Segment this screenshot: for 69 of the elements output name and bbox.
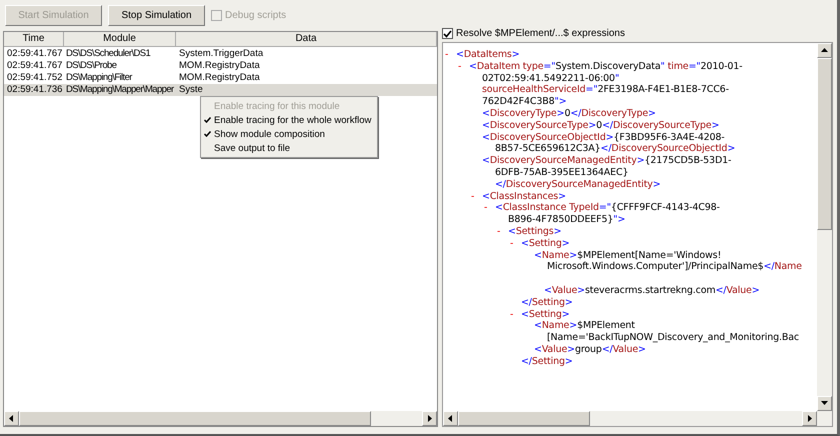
checkmark-icon	[204, 117, 211, 123]
xml-line: 762D42F4C3B8">	[482, 96, 567, 108]
simulation-button[interactable]: Stop Simulation	[108, 4, 205, 26]
column-header[interactable]: Time	[4, 32, 64, 46]
xml-line: <DiscoverySourceManagedEntity>{2175CD5B-53D1-	[482, 155, 732, 167]
collapse-toggle[interactable]: -	[458, 60, 469, 73]
scroll-up-icon[interactable]	[817, 43, 832, 58]
xml-line: <ClassInstance TypeId="{CFFF9FCF-4143-4C98-	[495, 202, 720, 214]
column-header[interactable]: Module	[64, 32, 176, 46]
xml-line: <ClassInstances>	[482, 190, 566, 202]
table-cell-text: 02:59:41.736	[6, 84, 64, 96]
xml-line: <Setting>	[521, 308, 570, 320]
xml-line: <DataItem type="System.DiscoveryData" time="2010-01-	[469, 60, 742, 73]
collapse-toggle[interactable]: -	[510, 238, 521, 250]
collapse-toggle[interactable]: -	[510, 308, 521, 320]
xml-line: <DiscoverySourceType>0</DiscoverySourceType>	[482, 120, 720, 132]
table-cell-text: Syste	[178, 84, 204, 96]
table-cell-text: DS\DS\Probe	[65, 60, 118, 72]
table-row[interactable]: 02:59:41.736 DS\Mapping\Mapper\Mapper Syste	[4, 84, 437, 96]
checkmark-icon	[204, 131, 211, 137]
xml-line: <DiscoverySourceObjectId>{F3BD95F6-3A4E-4208-	[482, 132, 725, 144]
collapse-toggle[interactable]: -	[484, 202, 495, 214]
table-cell-text: DS\Mapping\Filter	[65, 72, 134, 84]
xml-line: <Settings>	[508, 226, 562, 238]
xml-line: </DiscoverySourceManagedEntity>	[495, 178, 661, 191]
xml-line: </Setting>	[521, 356, 573, 368]
table-cell-text: MOM.RegistryData	[178, 60, 261, 72]
collapse-toggle[interactable]: -	[445, 49, 456, 61]
checkbox[interactable]	[442, 28, 453, 39]
xml-line: Microsoft.Windows.Computer']/PrincipalName$</Name	[547, 261, 802, 274]
xml-line: <Value>group</Value>	[534, 344, 646, 356]
collapse-toggle[interactable]: -	[497, 226, 508, 238]
scroll-right-icon[interactable]	[422, 411, 437, 426]
xml-line: <Name>$MPElement[Name='Windows!	[534, 250, 722, 262]
table-cell-text: DS\DS\Scheduler\DS1	[65, 48, 152, 60]
xml-line: [Name='BackITupNOW_Discovery_and_Monitoring.Bac	[547, 332, 799, 344]
table-cell-text: 02:59:41.752	[6, 72, 64, 84]
xml-line: <DataItems>	[456, 49, 520, 61]
table-row[interactable]: 02:59:41.752 DS\Mapping\Filter MOM.RegistryData	[4, 72, 437, 84]
xml-line: sourceHealthServiceId="2FE3198A-F4E1-B1E8-7CC6-	[482, 84, 729, 96]
menu-item[interactable]: Save output to file	[201, 141, 378, 155]
menu-item[interactable]: Enable tracing for the whole workflow	[201, 113, 378, 127]
table-cell-text: 02:59:41.767	[6, 48, 64, 60]
scroll-down-icon[interactable]	[817, 396, 832, 411]
table-row[interactable]: 02:59:41.767 DS\DS\Probe MOM.RegistryData	[4, 60, 437, 72]
xml-line: 6DFB-75AB-395EE1364AEC}	[495, 166, 628, 179]
checkbox-label: Resolve $MPElement/...$ expressions	[456, 28, 625, 39]
xml-line: <Value>steveracrms.startrekng.com</Value>	[544, 284, 760, 297]
menu-item[interactable]: Show module composition	[201, 127, 378, 141]
xml-line: <Setting>	[521, 238, 570, 250]
horizontal-scrollbar[interactable]	[4, 411, 437, 426]
xml-line: 02T02:59:41.5492211-06:00"	[482, 72, 620, 84]
xml-line: 8B57-5CE659612C3A}</DiscoverySourceObjectId>	[495, 143, 736, 156]
table-cell-text: MOM.RegistryData	[178, 72, 261, 84]
scroll-left-icon[interactable]	[4, 411, 19, 426]
checkbox-label: Debug scripts	[225, 10, 286, 20]
xml-line: <DiscoveryType>0</DiscoveryType>	[482, 108, 656, 120]
column-header[interactable]: Data	[176, 32, 437, 46]
table-cell-text: System.TriggerData	[178, 48, 264, 60]
xml-line: B896-4F7850DDEEF5}">	[508, 214, 626, 226]
xml-line: </Setting>	[521, 296, 573, 309]
scroll-right-icon[interactable]	[802, 411, 817, 426]
xml-line: <Name>$MPElement	[534, 320, 635, 332]
table-cell-text: 02:59:41.767	[6, 60, 64, 72]
collapse-toggle[interactable]: -	[471, 190, 482, 202]
table-cell-text: DS\Mapping\Mapper\Mapper	[65, 84, 175, 96]
table-row[interactable]: 02:59:41.767 DS\DS\Scheduler\DS1 System.TriggerData	[4, 48, 437, 60]
vertical-scrollbar[interactable]	[817, 43, 832, 411]
scroll-left-icon[interactable]	[443, 411, 458, 426]
